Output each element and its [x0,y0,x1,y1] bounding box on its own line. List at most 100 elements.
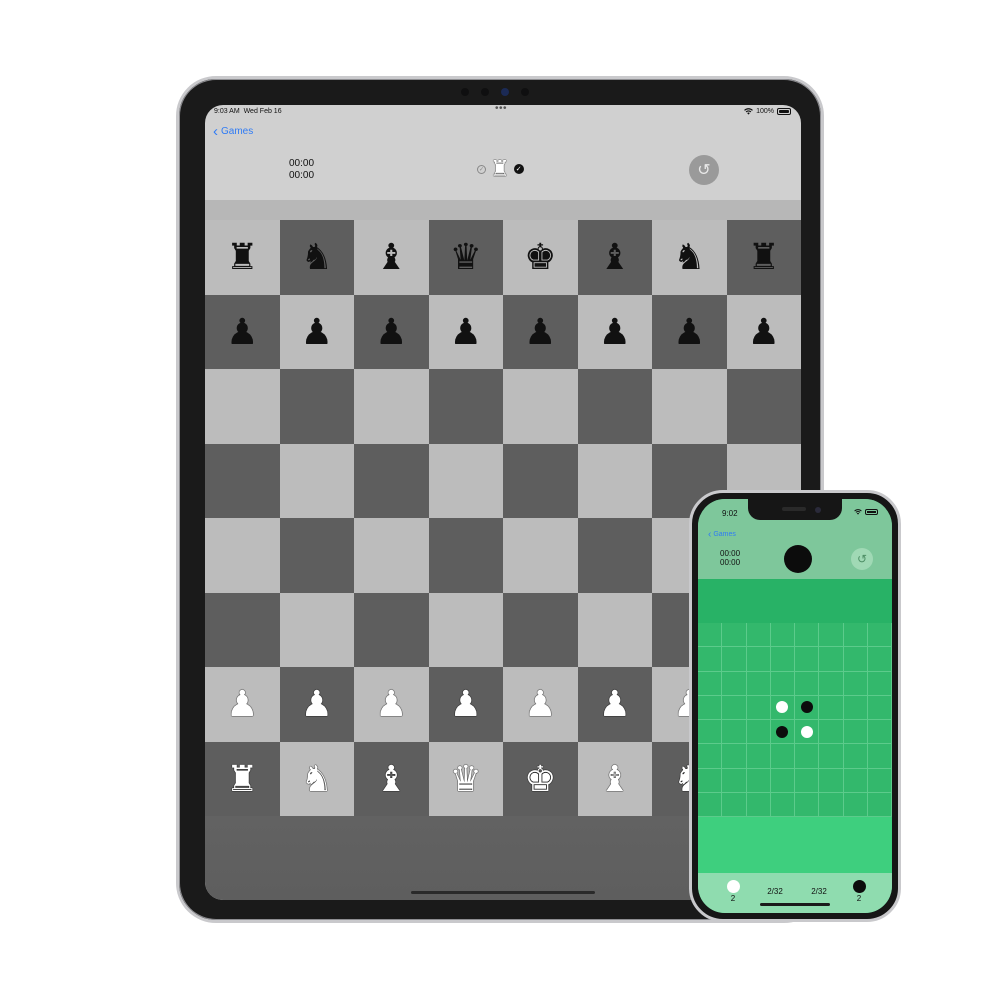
board-square[interactable]: ♟ [205,294,280,369]
othello-cell[interactable] [746,744,771,769]
board-square[interactable]: ♚ [503,741,578,816]
board-square[interactable]: ♟ [428,667,503,742]
board-square[interactable]: ♟ [726,294,801,369]
othello-cell[interactable] [746,647,771,672]
board-square[interactable] [279,592,354,667]
othello-cell[interactable] [867,623,892,648]
board-square[interactable]: ♟ [503,294,578,369]
board-square[interactable] [577,592,652,667]
othello-cell[interactable] [746,671,771,696]
board-square[interactable] [354,592,429,667]
othello-cell[interactable] [867,647,892,672]
othello-cell[interactable] [722,623,747,648]
white-pawn-icon[interactable]: ♟ [301,686,333,722]
board-square[interactable]: ♟ [279,667,354,742]
othello-cell[interactable] [722,647,747,672]
white-king-icon[interactable]: ♚ [524,760,556,797]
othello-cell[interactable] [843,695,868,720]
board-square[interactable] [354,369,429,444]
black-pawn-icon[interactable]: ♟ [375,313,407,350]
othello-cell[interactable] [843,647,868,672]
black-rook-icon[interactable]: ♜ [748,239,780,275]
board-square[interactable]: ♝ [354,741,429,816]
othello-cell[interactable] [843,720,868,745]
board-square[interactable] [577,518,652,593]
othello-cell[interactable] [770,792,795,817]
black-pawn-icon[interactable]: ♟ [450,313,482,350]
board-square[interactable]: ♟ [279,294,354,369]
board-square[interactable] [279,518,354,593]
othello-cell[interactable] [795,671,820,696]
white-pawn-icon[interactable]: ♟ [450,686,482,722]
othello-cell[interactable] [770,671,795,696]
othello-cell[interactable] [795,623,820,648]
white-rook-icon[interactable]: ♜ [226,760,258,797]
board-square[interactable] [279,369,354,444]
board-square[interactable]: ♜ [726,220,801,295]
board-square[interactable]: ♞ [279,220,354,295]
black-knight-icon[interactable]: ♞ [301,239,333,275]
board-square[interactable]: ♞ [652,220,727,295]
board-square[interactable]: ♛ [428,220,503,295]
othello-cell[interactable] [867,768,892,793]
othello-cell[interactable] [770,744,795,769]
othello-cell[interactable] [819,647,844,672]
othello-cell[interactable] [770,623,795,648]
board-square[interactable] [428,518,503,593]
white-pawn-icon[interactable]: ♟ [226,686,258,722]
board-square[interactable] [503,518,578,593]
othello-cell[interactable] [698,792,723,817]
board-square[interactable]: ♟ [503,667,578,742]
othello-cell[interactable] [795,768,820,793]
othello-cell[interactable] [819,671,844,696]
othello-cell[interactable] [795,647,820,672]
board-square[interactable] [652,369,727,444]
back-button[interactable]: ‹ Games [213,124,253,139]
othello-cell[interactable] [843,744,868,769]
othello-cell[interactable] [698,720,723,745]
othello-cell[interactable] [746,695,771,720]
white-pawn-icon[interactable]: ♟ [599,686,631,722]
othello-cell[interactable] [867,720,892,745]
board-square[interactable]: ♛ [428,741,503,816]
phone-home-indicator[interactable] [760,903,830,906]
board-square[interactable] [354,443,429,518]
board-square[interactable] [428,369,503,444]
board-square[interactable]: ♟ [205,667,280,742]
white-pawn-icon[interactable]: ♟ [375,686,407,722]
black-pawn-icon[interactable]: ♟ [226,313,258,350]
othello-cell[interactable] [867,671,892,696]
board-square[interactable]: ♟ [354,294,429,369]
othello-cell[interactable] [819,720,844,745]
white-pawn-icon[interactable]: ♟ [524,686,556,722]
black-bishop-icon[interactable]: ♝ [375,239,407,275]
black-pawn-icon[interactable]: ♟ [301,313,333,350]
othello-cell[interactable] [795,695,820,720]
black-pawn-icon[interactable]: ♟ [524,313,556,350]
black-pawn-icon[interactable]: ♟ [599,313,631,350]
othello-cell[interactable] [746,768,771,793]
board-square[interactable]: ♜ [205,741,280,816]
board-square[interactable] [503,592,578,667]
othello-cell[interactable] [770,720,795,745]
black-king-icon[interactable]: ♚ [524,239,556,275]
board-square[interactable] [205,443,280,518]
home-indicator[interactable] [411,891,595,894]
black-pawn-icon[interactable]: ♟ [748,313,780,350]
board-square[interactable]: ♟ [354,667,429,742]
othello-cell[interactable] [819,744,844,769]
black-bishop-icon[interactable]: ♝ [599,239,631,275]
board-square[interactable] [726,369,801,444]
board-square[interactable]: ♝ [354,220,429,295]
othello-cell[interactable] [843,623,868,648]
othello-cell[interactable] [867,744,892,769]
board-square[interactable] [205,592,280,667]
othello-cell[interactable] [746,720,771,745]
othello-board[interactable] [698,623,892,817]
othello-cell[interactable] [746,792,771,817]
othello-cell[interactable] [698,695,723,720]
white-bishop-icon[interactable]: ♝ [599,760,631,797]
undo-button[interactable]: ↺ [689,155,719,185]
othello-cell[interactable] [698,768,723,793]
white-queen-icon[interactable]: ♛ [450,760,482,797]
